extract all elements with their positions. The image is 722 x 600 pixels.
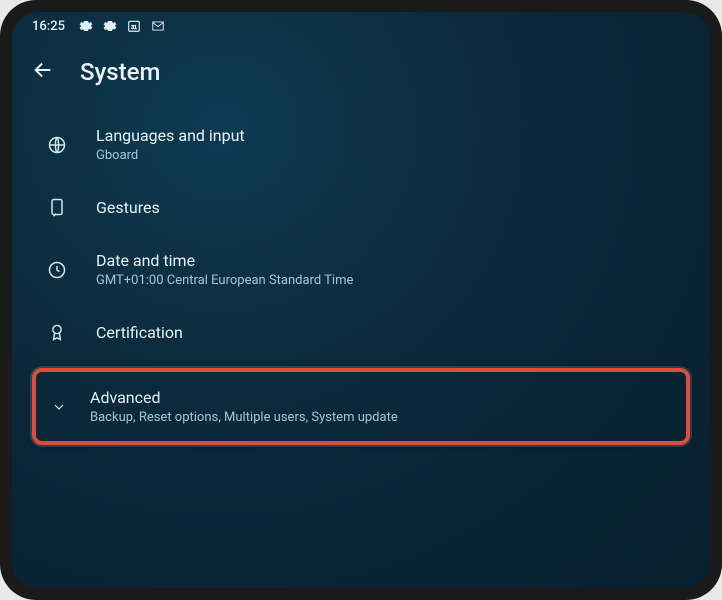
gear-icon [79, 19, 93, 33]
svg-text:31: 31 [131, 25, 137, 31]
item-languages-input[interactable]: Languages and input Gboard [12, 112, 710, 177]
gmail-icon [151, 19, 165, 33]
clock-icon [46, 259, 68, 281]
chevron-down-icon [50, 396, 68, 418]
page-title: System [80, 58, 160, 86]
item-label: Date and time [96, 251, 353, 270]
gear-icon [103, 19, 117, 33]
item-label: Certification [96, 323, 183, 342]
item-date-time[interactable]: Date and time GMT+01:00 Central European… [12, 237, 710, 302]
award-icon [46, 321, 68, 343]
item-label: Gestures [96, 198, 160, 217]
status-time: 16:25 [32, 19, 65, 34]
item-summary: Backup, Reset options, Multiple users, S… [90, 410, 398, 425]
item-certification[interactable]: Certification [12, 302, 710, 362]
annotation-highlight: Advanced Backup, Reset options, Multiple… [32, 368, 690, 445]
screen: 16:25 31 System [12, 12, 710, 588]
item-label: Languages and input [96, 126, 245, 145]
item-summary: GMT+01:00 Central European Standard Time [96, 273, 353, 288]
gestures-icon [46, 196, 68, 218]
back-button[interactable] [32, 59, 54, 85]
globe-icon [46, 134, 68, 156]
settings-list: Languages and input Gboard Gestures Date… [12, 112, 710, 445]
status-bar: 16:25 31 [12, 12, 710, 40]
device-frame: 16:25 31 System [0, 0, 722, 600]
item-summary: Gboard [96, 148, 245, 163]
item-gestures[interactable]: Gestures [12, 177, 710, 237]
calendar-icon: 31 [127, 19, 141, 33]
item-label: Advanced [90, 388, 398, 407]
item-advanced[interactable]: Advanced Backup, Reset options, Multiple… [36, 374, 686, 439]
header: System [12, 40, 710, 112]
